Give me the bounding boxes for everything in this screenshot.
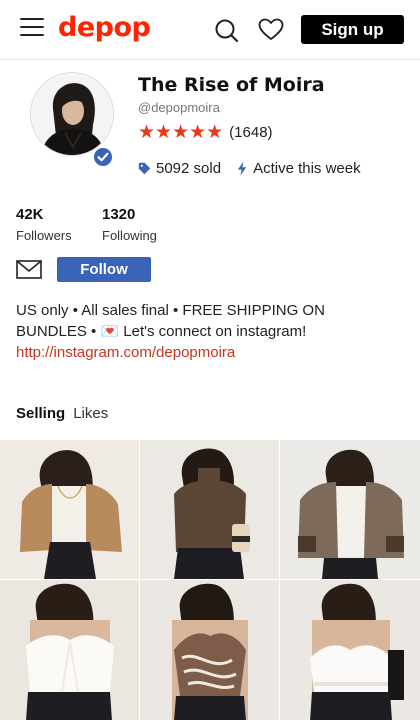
tan-suede-jacket-photo [0,440,139,579]
lace-camisole-photo [280,580,420,720]
rating-stars: ★★★★★ [138,122,224,143]
menu-icon[interactable] [20,18,44,38]
avatar[interactable] [30,72,114,156]
bio-line-2: BUNDLES • 💌 Let's connect on instagram! [16,323,307,340]
listing-tile[interactable] [140,580,279,720]
depop-logo[interactable]: depop [58,12,151,43]
review-count: (1648) [229,124,273,141]
listing-tile[interactable] [140,440,279,579]
brown-bodysuit-photo [140,440,279,579]
lightning-bolt-icon [237,161,247,176]
heart-icon[interactable] [258,18,284,42]
listing-tile[interactable] [0,440,139,579]
price-tag-icon [138,162,151,175]
tab-selling[interactable]: Selling [16,405,65,422]
items-sold-count: 5092 sold [156,160,222,177]
following-label: Following [102,228,157,243]
listing-tile[interactable] [280,580,420,720]
followers-stat[interactable]: 42K Followers [16,206,72,243]
followers-label: Followers [16,228,72,243]
username-handle: @depopmoira [138,100,220,115]
mail-icon[interactable] [16,260,42,279]
instagram-link[interactable]: http://instagram.com/depopmoira [16,342,406,363]
following-stat[interactable]: 1320 Following [102,206,157,243]
shop-tabs: Selling Likes [16,405,108,422]
listing-tile[interactable] [280,440,420,579]
lace-tie-top-photo [0,580,139,720]
followers-count: 42K [16,206,44,223]
listing-tile[interactable] [0,580,139,720]
follow-button[interactable]: Follow [57,257,151,282]
top-navigation-bar: depop Sign up [0,0,420,60]
corduroy-jacket-photo [280,440,420,579]
swirl-halter-top-photo [140,580,279,720]
following-count: 1320 [102,206,136,223]
activity-status: Active this week [253,160,361,177]
sign-up-button[interactable]: Sign up [301,15,404,44]
profile-avatar-container [30,72,114,168]
seller-stats: 5092 sold Active this week [138,160,361,177]
bio-line-1: US only • All sales final • FREE SHIPPIN… [16,302,325,319]
tab-likes[interactable]: Likes [73,405,108,422]
listings-grid [0,440,420,720]
shop-bio: US only • All sales final • FREE SHIPPIN… [16,300,406,363]
verified-badge-icon [92,146,114,168]
shop-name: The Rise of Moira [138,74,325,96]
search-icon[interactable] [214,18,240,44]
seller-rating[interactable]: ★★★★★ (1648) [138,121,273,144]
